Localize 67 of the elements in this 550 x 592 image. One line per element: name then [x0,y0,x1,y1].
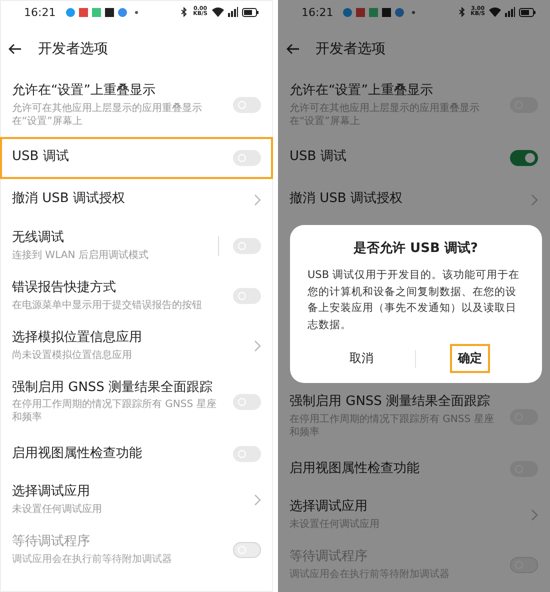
setting-title: 错误报告快捷方式 [12,280,117,297]
battery-icon [242,8,258,16]
bluetooth-icon [181,7,188,17]
chevron-icon [254,494,260,506]
setting-title: 启用视图属性检查功能 [290,460,420,478]
setting-description: 在停用工作周期的情况下跟踪所有 GNSS 星座和频率 [12,398,218,424]
setting-row[interactable]: 选择模拟位置信息应用 尚未设置模拟位置信息应用 [0,320,272,371]
back-arrow-icon[interactable] [8,43,22,55]
setting-title: 强制启用 GNSS 测量结果全面跟踪 [12,380,214,396]
setting-title: 选择模拟位置信息应用 [12,330,143,347]
setting-description: 在停用工作周期的情况下跟踪所有 GNSS 星座和频率 [290,412,495,439]
setting-title: USB 调试 [290,149,348,166]
clock-time: 16:21 [24,6,56,18]
setting-title: 选择调试应用 [290,498,368,516]
setting-row[interactable]: 无线调试 连接到 WLAN 后启用调试模式 [0,220,272,271]
setting-row[interactable]: 错误报告快捷方式 在电源菜单中显示用于提交错误报告的按钮 [0,270,272,321]
setting-description: 允许可在其他应用上层显示的应用重叠显示在“设置”屏幕上 [290,102,480,128]
setting-title: 允许在“设置”上重叠显示 [290,83,434,100]
dialog-button[interactable]: 确定 [450,344,490,374]
setting-title: 等待调试程序 [12,534,91,552]
chevron-icon [254,340,260,352]
setting-description: 允许可在其他应用上层显示的应用重叠显示在“设置”屏幕上 [12,102,203,128]
setting-row[interactable]: 启用视图属性检查功能 [0,433,272,476]
setting-title: 启用视图属性检查功能 [12,446,143,463]
page-title: 开发者选项 [316,40,386,58]
setting-title: USB 调试 [12,149,70,166]
setting-description: 未设置任何调试应用 [290,518,380,531]
setting-description: 尚未设置模拟位置信息应用 [12,348,133,362]
setting-description: 连接到 WLAN 后启用调试模式 [12,248,150,262]
setting-title: 无线调试 [12,230,65,247]
clock-time: 16:21 [302,6,334,18]
setting-row[interactable]: 强制启用 GNSS 测量结果全面跟踪 在停用工作周期的情况下跟踪所有 GNSS 星座和频率 [0,370,272,434]
dialog-button[interactable]: 取消 [341,344,382,374]
setting-title: 撤消 USB 调试授权 [290,191,404,208]
chevron-icon [531,194,538,206]
setting-title: 撤消 USB 调试授权 [12,191,126,208]
setting-title: 等待调试程序 [290,548,368,566]
setting-row[interactable]: 选择调试应用 未设置任何调试应用 [0,475,272,526]
dot-icon [134,10,138,14]
setting-row[interactable]: 选择调试应用 未设置任何调试应用 [278,490,550,540]
setting-row[interactable]: 允许在“设置”上重叠显示 允许可在其他应用上层显示的应用重叠显示在“设置”屏幕上 [0,74,272,137]
setting-description: 未设置任何调试应用 [12,503,103,516]
setting-description: 调试应用会在执行前等待附加调试器 [12,553,173,566]
setting-row[interactable]: USB 调试 [278,136,550,179]
setting-description: 在电源菜单中显示用于提交错误报告的按钮 [12,298,203,312]
setting-row[interactable]: 撤消 USB 调试授权 [278,178,550,221]
setting-title: 选择调试应用 [12,484,91,502]
setting-title: 强制启用 GNSS 测量结果全面跟踪 [290,394,492,411]
page-title: 开发者选项 [38,40,108,58]
toggle-switch[interactable] [510,150,538,166]
setting-row[interactable]: 强制启用 GNSS 测量结果全面跟踪 在停用工作周期的情况下跟踪所有 GNSS 星座和频率 [278,385,550,448]
chevron-icon [531,508,538,521]
setting-row[interactable]: 启用视图属性检查功能 [278,448,550,490]
wifi-icon [212,7,224,17]
bluetooth-icon [458,7,465,17]
signal-icon [505,7,515,17]
dialog-title: 是否允许 USB 调试? [354,240,478,257]
dot-icon [412,10,416,14]
setting-row[interactable]: 撤消 USB 调试授权 [0,178,272,221]
battery-icon [519,8,536,16]
wifi-icon [489,7,501,17]
setting-row[interactable]: 允许在“设置”上重叠显示 允许可在其他应用上层显示的应用重叠显示在“设置”屏幕上 [278,74,550,137]
highlight-frame[interactable]: USB 调试 [0,136,272,179]
chevron-icon [254,194,260,206]
dialog-message: USB 调试仅用于开发目的。该功能可用于在您的计算机和设备之间复制数据、在您的设备上安装应用（事先不发通知）以及读取日志数据。 [308,268,520,334]
signal-icon [228,7,238,17]
setting-title: 允许在“设置”上重叠显示 [12,83,156,100]
